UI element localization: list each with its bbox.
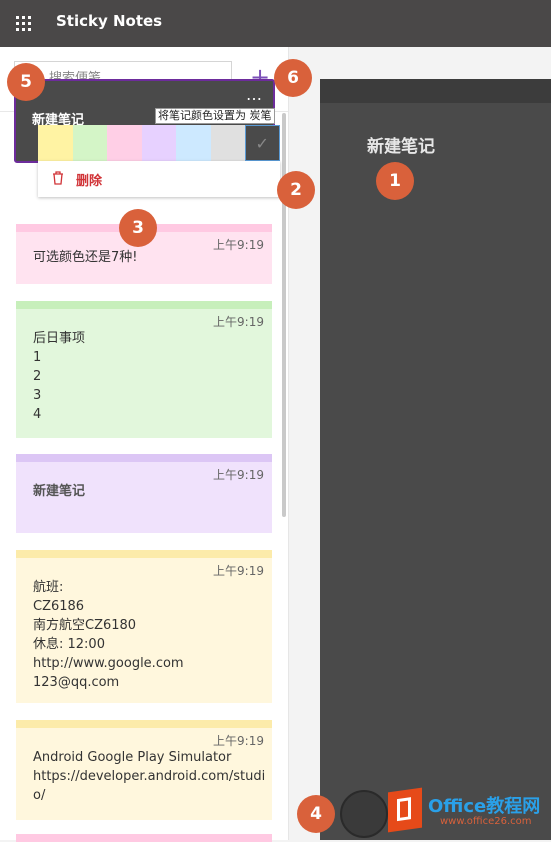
app-title: Sticky Notes [56, 12, 163, 30]
note-strip [16, 834, 272, 842]
note-card[interactable]: 上午9:19 后日事项 1 2 3 4 [16, 301, 272, 438]
callout-badge-6: 6 [274, 59, 312, 97]
note-card[interactable]: 上午9:19 航班: CZ6186 南方航空CZ6180 休息: 12:00 h… [16, 550, 272, 703]
note-time: 上午9:19 [213, 734, 264, 748]
color-swatch-purple[interactable] [141, 125, 176, 161]
callout-badge-2: 2 [277, 171, 315, 209]
avatar[interactable] [340, 790, 388, 838]
note-card[interactable]: 上午9:19 新建笔记 [16, 454, 272, 533]
note-strip [16, 720, 272, 728]
note-strip [16, 550, 272, 558]
delete-menu-item[interactable]: 删除 [76, 170, 102, 189]
callout-badge-5: 5 [7, 63, 45, 101]
color-swatch-gray[interactable] [210, 125, 245, 161]
color-palette: ✓ [38, 125, 280, 161]
callout-badge-4: 4 [297, 795, 335, 833]
note-time: 上午9:19 [213, 564, 264, 578]
color-swatch-green[interactable] [72, 125, 107, 161]
title-bar: Sticky Notes [0, 0, 551, 47]
brand-url: www.office26.com [440, 816, 532, 827]
note-strip [16, 454, 272, 462]
office-logo-icon [388, 787, 422, 833]
note-body: 可选颜色还是7种! [33, 250, 138, 265]
color-tooltip: 将笔记颜色设置为 炭笔 [155, 108, 275, 124]
detail-toolbar [320, 79, 551, 103]
context-menu: 删除 [38, 161, 280, 197]
note-card-partial[interactable] [16, 834, 272, 842]
note-card[interactable]: 上午9:19 Android Google Play Simulator htt… [16, 720, 272, 820]
note-body: 航班: CZ6186 南方航空CZ6180 休息: 12:00 http://w… [33, 580, 184, 690]
color-swatch-blue[interactable] [176, 125, 211, 161]
app-menu-grid-icon[interactable] [16, 16, 32, 32]
note-body: 后日事项 1 2 3 4 [33, 331, 86, 422]
note-detail-pane[interactable]: 新建笔记 [320, 79, 551, 840]
check-icon: ✓ [255, 133, 269, 153]
color-swatch-pink[interactable] [107, 125, 142, 161]
more-options-button[interactable]: … [246, 85, 263, 104]
footer-branding: Office教程网 www.office26.com [340, 787, 551, 840]
note-body: Android Google Play Simulator https://de… [33, 750, 266, 803]
note-time: 上午9:19 [213, 468, 264, 482]
callout-badge-1: 1 [376, 162, 414, 200]
note-body: 新建笔记 [33, 484, 86, 499]
color-swatch-yellow[interactable] [38, 125, 73, 161]
callout-badge-3: 3 [119, 209, 157, 247]
note-strip [16, 301, 272, 309]
brand-name: Office教程网 [428, 796, 541, 817]
trash-icon [53, 171, 63, 185]
detail-note-title[interactable]: 新建笔记 [367, 132, 435, 157]
color-swatch-charcoal[interactable]: ✓ [245, 125, 280, 161]
note-time: 上午9:19 [213, 315, 264, 329]
